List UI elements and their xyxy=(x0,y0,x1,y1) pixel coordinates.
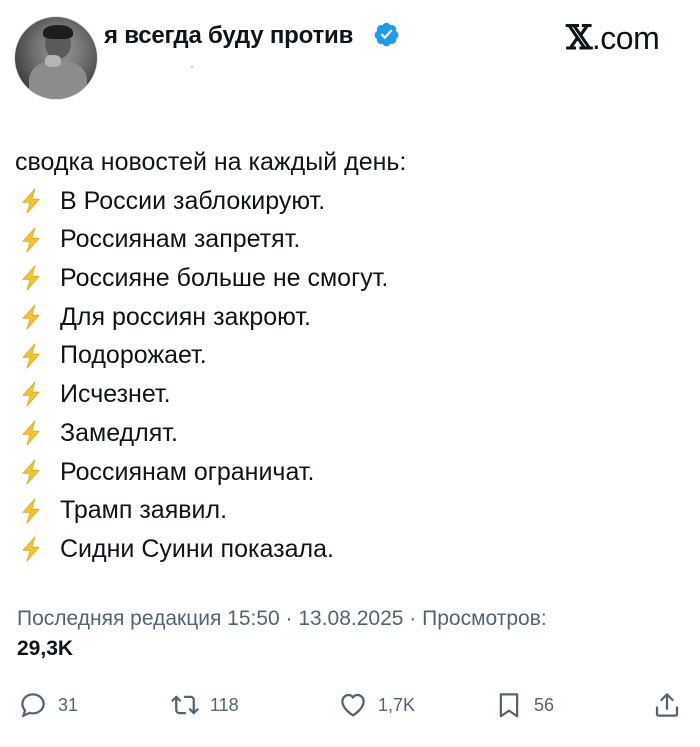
repost-count: 118 xyxy=(210,694,239,715)
tweet-bullet-item: Исчезнет. xyxy=(15,375,685,414)
lightning-bolt-icon xyxy=(22,265,40,292)
tweet-intro: сводка новостей на каждый день: xyxy=(15,148,407,176)
lightning-bolt-icon xyxy=(22,304,40,330)
lightning-bolt-icon xyxy=(22,381,40,408)
tweet-bullet-item: Трамп заявил. xyxy=(15,491,685,530)
x-logo-suffix: .com xyxy=(591,20,660,56)
share-icon xyxy=(655,693,679,717)
avatar-hand-shape xyxy=(45,55,61,67)
lightning-bolt-icon xyxy=(22,459,40,485)
tweet-bullet-item: Россиянам запретят. xyxy=(15,220,685,259)
avatar[interactable] xyxy=(14,16,98,100)
lightning-bolt-icon xyxy=(22,227,40,253)
tweet-bullet-item: Россияне больше не смогут. xyxy=(15,259,685,298)
repost-button[interactable]: 118 xyxy=(170,685,239,725)
tweet-bullet-text: Россияне больше не смогут. xyxy=(60,264,389,293)
avatar-body-shape xyxy=(29,61,87,99)
share-button[interactable] xyxy=(652,685,682,725)
views-count: 29,3K xyxy=(17,637,74,660)
display-name[interactable]: я всегда буду против xyxy=(104,22,353,50)
reply-icon xyxy=(21,693,45,718)
tweet-bullet-text: Для россиян закроют. xyxy=(60,302,312,331)
tweet-body: сводка новостей на каждый день: В России… xyxy=(15,143,685,569)
bookmark-count: 56 xyxy=(534,694,555,715)
heart-icon xyxy=(341,693,365,717)
tweet-bullet-item: В России заблокируют. xyxy=(15,182,685,221)
tweet-bullet-text: Россиянам запретят. xyxy=(60,225,301,254)
tweet-bullet-item: Сидни Суини показала. xyxy=(15,530,685,569)
bookmark-icon xyxy=(499,693,519,718)
avatar-hair-shape xyxy=(43,25,73,39)
handle-separator: · xyxy=(190,59,194,73)
lightning-bolt-icon xyxy=(22,343,40,369)
lightning-bolt-icon xyxy=(22,420,40,446)
tweet-bullet-text: Исчезнет. xyxy=(60,380,171,409)
tweet-bullet-text: В России заблокируют. xyxy=(60,186,326,215)
lightning-bolt-icon xyxy=(22,188,40,214)
like-count: 1,7K xyxy=(378,694,416,715)
x-com-logo: 𝕏.com xyxy=(566,18,660,58)
verified-badge-icon xyxy=(374,22,399,47)
like-button[interactable]: 1,7K xyxy=(338,685,415,725)
tweet-bullet-text: Замедлят. xyxy=(60,418,178,447)
lightning-bolt-icon xyxy=(22,497,40,524)
tweet-bullet-item: Замедлят. xyxy=(15,414,685,453)
tweet-timestamp-views-label[interactable]: Последняя редакция 15:50 · 13.08.2025 · … xyxy=(17,607,547,631)
tweet-bullet-list: В России заблокируют. Россиянам запретят.… xyxy=(15,182,685,569)
repost-icon xyxy=(171,695,199,715)
tweet-bullet-item: Подорожает. xyxy=(15,336,685,375)
x-logo-icon: 𝕏 xyxy=(566,18,592,58)
tweet-bullet-item: Для россиян закроют. xyxy=(15,298,685,337)
tweet-bullet-item: Россиянам ограничат. xyxy=(15,453,685,492)
lightning-bolt-icon xyxy=(22,536,40,562)
reply-button[interactable]: 31 xyxy=(18,685,78,725)
tweet-bullet-text: Россиянам ограничат. xyxy=(60,457,315,486)
reply-count: 31 xyxy=(58,694,79,715)
tweet-bullet-text: Трамп заявил. xyxy=(60,496,228,525)
bookmark-button[interactable]: 56 xyxy=(494,685,554,725)
tweet-action-bar: 31 118 1,7K 56 xyxy=(0,685,700,725)
tweet-bullet-text: Подорожает. xyxy=(60,341,207,370)
tweet-bullet-text: Сидни Суини показала. xyxy=(60,534,334,563)
